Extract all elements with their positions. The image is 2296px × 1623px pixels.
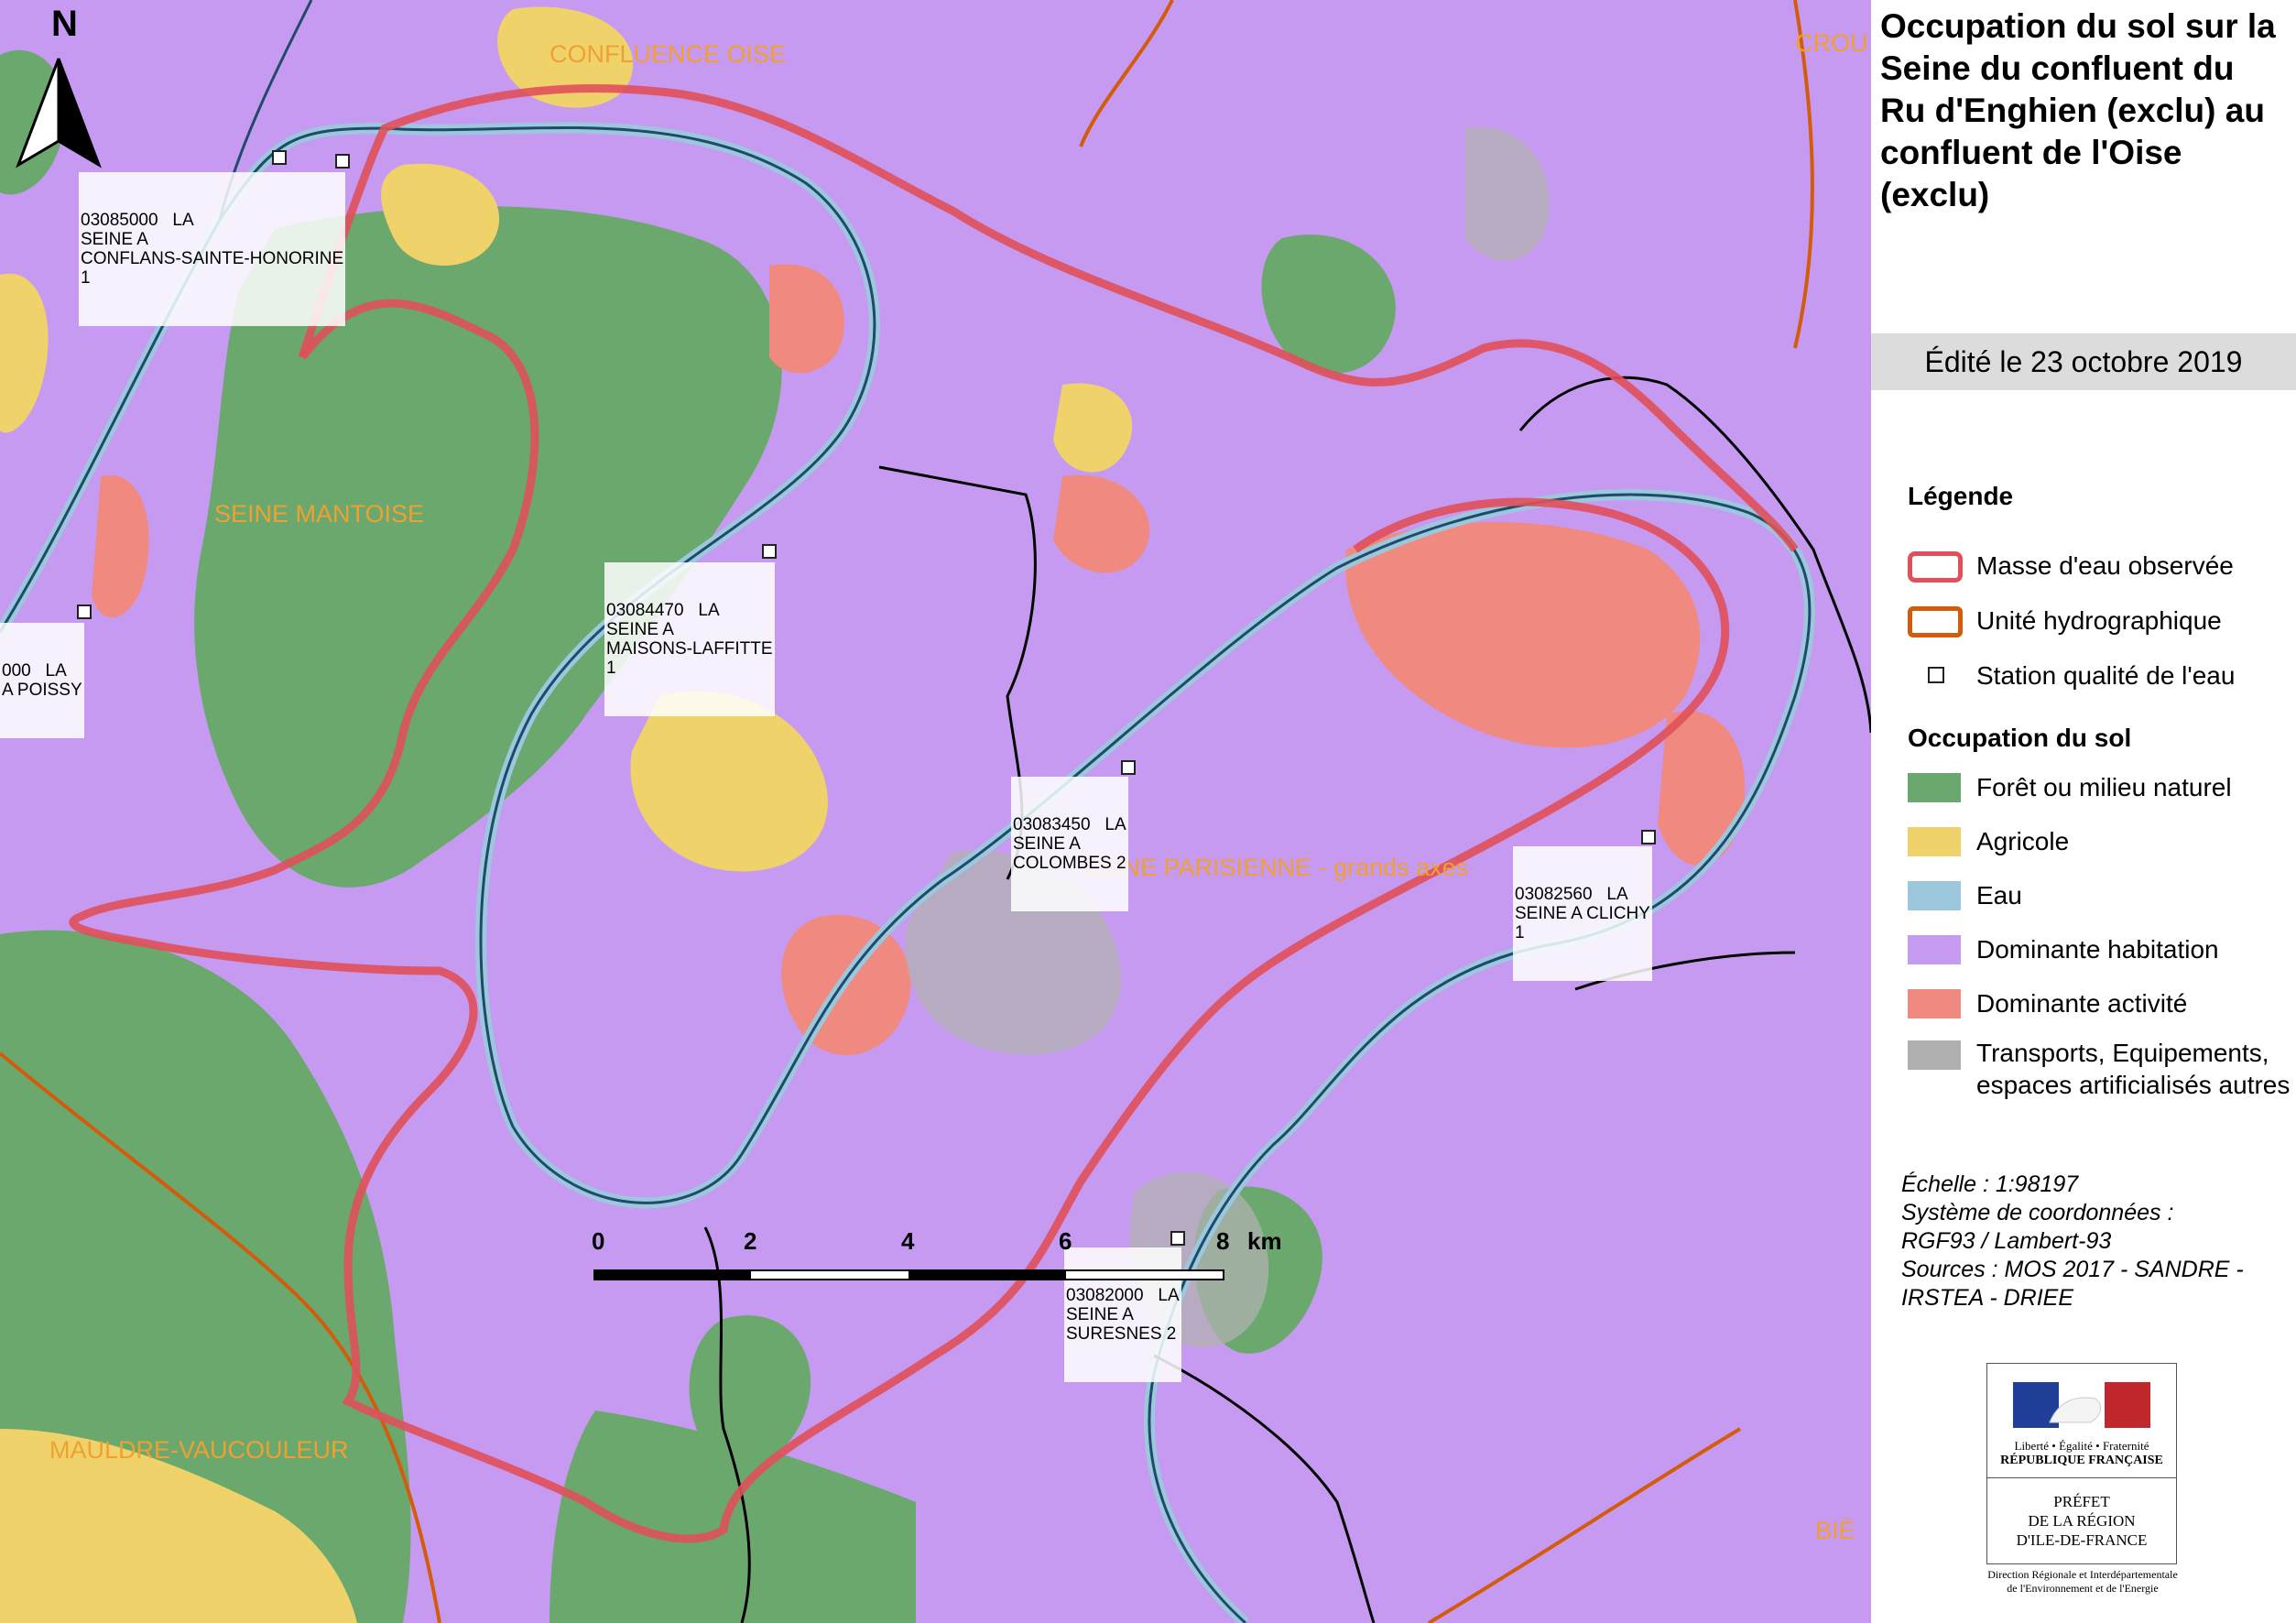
legend-label: Unité hydrographique: [1976, 606, 2222, 635]
station-square-icon: [1928, 667, 1944, 683]
agricultural-area: [0, 273, 49, 433]
activity-area: [92, 474, 149, 617]
crs-value: RGF93 / Lambert-93: [1901, 1228, 2112, 1254]
edit-date: Édité le 23 octobre 2019: [1871, 333, 2296, 390]
legend-heading: Légende: [1908, 482, 2014, 510]
hydro-unit-boundary: [1079, 0, 1174, 147]
legend-item-water: Eau: [1908, 876, 2292, 912]
station-label: 03085000 LA SEINE A CONFLANS-SAINTE-HONORI…: [79, 172, 346, 326]
station-marker[interactable]: [335, 154, 350, 169]
activity-area: [1053, 474, 1150, 573]
sources-text-2: IRSTEA - DRIEE: [1901, 1285, 2073, 1311]
station-label: 03082560 LA SEINE A CLICHY 1: [1513, 846, 1652, 981]
legend-label: Dominante activité: [1976, 989, 2188, 1018]
zone-label-seine-mantoise: SEINE MANTOISE: [214, 500, 425, 528]
zone-label-confluence-oise: CONFLUENCE OISE: [550, 40, 787, 68]
admin-boundary: [1153, 1354, 1376, 1623]
legend-item-activity: Dominante activité: [1908, 984, 2292, 1020]
logo-divider: [1987, 1477, 2176, 1478]
legend-label: Station qualité de l'eau: [1976, 661, 2236, 690]
station-marker[interactable]: [272, 150, 287, 165]
map-canvas[interactable]: N CONFLUENCE OISE SEINE MANTOISE SEINE P…: [0, 0, 1871, 1623]
legend-item-forest: Forêt ou milieu naturel: [1908, 768, 2292, 804]
station-label: 03084470 LA SEINE A MAISONS-LAFFITTE 1: [604, 562, 775, 716]
legend-item-observed-water: Masse d'eau observée: [1908, 546, 2292, 583]
scale-unit: km: [1247, 1227, 1282, 1255]
north-arrow-icon: [16, 58, 102, 169]
scale-bar-graphic: [593, 1269, 1224, 1280]
land-use-heading: Occupation du sol: [1908, 724, 2132, 752]
scale-tick: 6: [1059, 1227, 1072, 1255]
legend-swatch: [1908, 989, 1961, 1018]
legend-swatch: [1908, 606, 1963, 637]
zone-label-crou: CROU: [1795, 29, 1868, 57]
sources-text: Sources : MOS 2017 - SANDRE -: [1901, 1257, 2244, 1282]
logo-caption: Direction Régionale et Interdépartementa…: [1987, 1568, 2178, 1595]
north-arrow: N: [13, 4, 104, 169]
legend-swatch: [1908, 935, 1961, 964]
legend-swatch: [1908, 551, 1963, 583]
prefecture-logo: Liberté • Égalité • Fraternité RÉPUBLIQU…: [1986, 1363, 2177, 1564]
agricultural-area: [1053, 383, 1133, 473]
scale-bar: 0 2 4 6 8 km: [592, 1227, 1288, 1310]
legend-label: Agricole: [1976, 827, 2070, 855]
legend-label: Eau: [1976, 881, 2022, 910]
logo-prefet: PRÉFET DE LA RÉGION D'ILE-DE-FRANCE: [2016, 1493, 2148, 1549]
legend-item-habitation: Dominante habitation: [1908, 930, 2292, 966]
scale-tick: 0: [592, 1227, 605, 1255]
transport-area: [1465, 126, 1550, 261]
scale-tick: 2: [744, 1227, 757, 1255]
legend-label: Masse d'eau observée: [1976, 551, 2234, 580]
legend-swatch: [1908, 881, 1961, 910]
legend-label: Forêt ou milieu naturel: [1976, 773, 2232, 801]
legend-item-transport: Transports, Equipements, espaces artific…: [1908, 1033, 2292, 1134]
agricultural-area: [630, 691, 828, 872]
legend-panel: Occupation du sol sur la Seine du conflu…: [1871, 0, 2296, 1623]
station-marker[interactable]: [1121, 760, 1136, 775]
logo-motto: Liberté • Égalité • Fraternité: [2014, 1439, 2149, 1453]
map-title: Occupation du sol sur la Seine du conflu…: [1880, 7, 2276, 213]
station-marker[interactable]: [77, 605, 92, 619]
legend-item-agricultural: Agricole: [1908, 822, 2292, 858]
activity-area: [1345, 522, 1701, 748]
marianne-flag-icon: [2013, 1382, 2150, 1428]
activity-area: [769, 264, 844, 374]
scale-tick: 4: [901, 1227, 915, 1255]
legend-label: Dominante habitation: [1976, 935, 2219, 964]
station-marker[interactable]: [1641, 830, 1656, 844]
zone-label-mauldre: MAULDRE-VAUCOULEUR: [49, 1436, 349, 1464]
station-label: 000 LA A POISSY: [0, 623, 84, 738]
legend-swatch: [1908, 827, 1961, 856]
legend-label: Transports, Equipements, espaces artific…: [1976, 1039, 2291, 1099]
legend-item-station: Station qualité de l'eau: [1908, 656, 2292, 692]
legend-swatch: [1908, 1040, 1961, 1070]
legend-item-hydro-unit: Unité hydrographique: [1908, 601, 2292, 637]
zone-label-bie: BIÈ: [1815, 1517, 1855, 1544]
hydro-unit-boundary: [1427, 1427, 1742, 1623]
station-marker[interactable]: [762, 544, 777, 559]
map-metadata: Échelle : 1:98197 Système de coordonnées…: [1901, 1171, 2244, 1313]
legend-swatch: [1908, 773, 1961, 802]
logo-republic: RÉPUBLIQUE FRANÇAISE: [2000, 1454, 2163, 1467]
scale-tick: 8: [1216, 1227, 1230, 1255]
scale-text: Échelle : 1:98197: [1901, 1171, 2079, 1197]
station-label: 03083450 LA SEINE A COLOMBES 2: [1011, 777, 1128, 911]
crs-text: Système de coordonnées :: [1901, 1200, 2174, 1225]
zone-label-seine-parisienne: SEINE PARISIENNE - grands axes: [1083, 854, 1469, 881]
